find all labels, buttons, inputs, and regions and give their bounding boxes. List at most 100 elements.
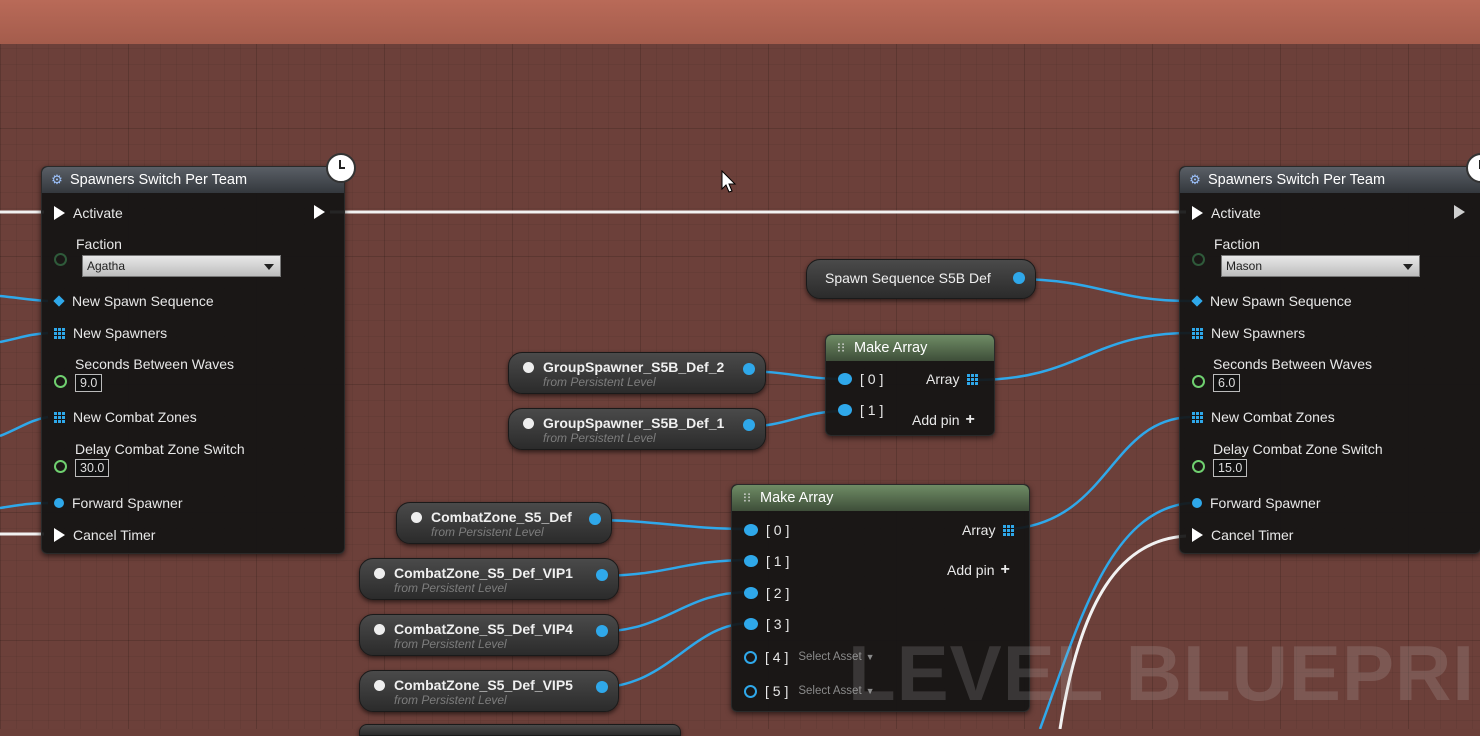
object-pin-icon[interactable] bbox=[744, 555, 758, 567]
pin-new-spawn-sequence[interactable]: New Spawn Sequence bbox=[1191, 293, 1352, 309]
variable-node-groupspawner-def-2[interactable]: GroupSpawner_S5B_Def_2 from Persistent L… bbox=[508, 352, 766, 394]
pin-faction[interactable] bbox=[1192, 253, 1213, 266]
array-output-pin[interactable]: Array bbox=[926, 371, 986, 387]
variable-subtitle: from Persistent Level bbox=[394, 637, 507, 651]
exec-pin-icon[interactable] bbox=[1192, 528, 1203, 542]
seconds-value-input[interactable]: 6.0 bbox=[1213, 374, 1241, 392]
pin-seconds-between-waves[interactable]: Seconds Between Waves 6.0 bbox=[1192, 356, 1372, 392]
object-pin-icon[interactable] bbox=[596, 625, 608, 637]
delay-value-input[interactable]: 30.0 bbox=[75, 459, 110, 477]
pin-activate[interactable]: Activate bbox=[54, 205, 123, 221]
seconds-value-input[interactable]: 9.0 bbox=[75, 374, 103, 392]
array-icon: ⁝⁝ bbox=[836, 340, 846, 355]
array-input-pin-0[interactable]: [ 0 ] bbox=[744, 522, 789, 538]
object-pin-icon[interactable] bbox=[589, 513, 601, 525]
add-pin-button[interactable]: Add pin + bbox=[947, 561, 1010, 579]
array-pin-icon[interactable] bbox=[1192, 327, 1203, 339]
array-input-pin-3[interactable]: [ 3 ] bbox=[744, 616, 789, 632]
object-pin-icon[interactable] bbox=[1192, 498, 1202, 508]
array-pin-icon[interactable] bbox=[54, 327, 65, 339]
variable-node-combatzone-vip5[interactable]: CombatZone_S5_Def_VIP5 from Persistent L… bbox=[359, 670, 619, 712]
exec-pin-icon[interactable] bbox=[54, 206, 65, 220]
mouse-cursor-icon bbox=[721, 170, 737, 193]
make-array-node-1[interactable]: ⁝⁝ Make Array [ 0 ] [ 1 ] Array Add pin … bbox=[825, 334, 995, 436]
pin-label: Cancel Timer bbox=[73, 527, 156, 543]
faction-dropdown[interactable]: Mason bbox=[1221, 255, 1420, 277]
object-pin-icon[interactable] bbox=[838, 373, 852, 385]
pin-label: New Spawn Sequence bbox=[72, 293, 214, 309]
object-pin-icon[interactable] bbox=[743, 419, 755, 431]
node-header[interactable]: ⁝⁝ Make Array bbox=[826, 335, 994, 361]
array-input-pin-1[interactable]: [ 1 ] bbox=[838, 402, 883, 418]
node-spawners-switch-left[interactable]: ⚙ Spawners Switch Per Team Activate Fact… bbox=[41, 166, 345, 554]
object-pin-icon[interactable] bbox=[838, 404, 852, 416]
array-output-pin[interactable]: Array bbox=[962, 522, 1022, 538]
pin-label: Forward Spawner bbox=[1210, 495, 1321, 511]
array-pin-icon[interactable] bbox=[54, 411, 65, 423]
pin-activate[interactable]: Activate bbox=[1192, 205, 1261, 221]
object-pin-icon[interactable] bbox=[1013, 272, 1025, 284]
float-pin-icon[interactable] bbox=[54, 459, 67, 473]
pin-label: Activate bbox=[73, 205, 123, 221]
exec-pin-icon[interactable] bbox=[314, 205, 325, 219]
pin-new-spawners[interactable]: New Spawners bbox=[54, 325, 167, 341]
object-pin-icon[interactable] bbox=[596, 681, 608, 693]
pin-exec-out[interactable] bbox=[314, 205, 333, 219]
pin-faction[interactable] bbox=[54, 253, 75, 266]
array-input-pin-0[interactable]: [ 0 ] bbox=[838, 371, 883, 387]
pin-exec-out[interactable] bbox=[1454, 205, 1473, 219]
pin-delay-combat-zone-switch[interactable]: Delay Combat Zone Switch 30.0 bbox=[54, 441, 245, 477]
object-pin-icon[interactable] bbox=[743, 363, 755, 375]
object-pin-icon[interactable] bbox=[1191, 295, 1203, 307]
array-pin-icon[interactable] bbox=[967, 373, 979, 385]
pin-new-spawners[interactable]: New Spawners bbox=[1192, 325, 1305, 341]
faction-dropdown[interactable]: Agatha bbox=[82, 255, 281, 277]
exec-pin-icon[interactable] bbox=[54, 528, 65, 542]
object-pin-icon[interactable] bbox=[744, 524, 758, 536]
variable-node-groupspawner-def-1[interactable]: GroupSpawner_S5B_Def_1 from Persistent L… bbox=[508, 408, 766, 450]
add-pin-button[interactable]: Add pin + bbox=[912, 411, 975, 429]
pin-label: Cancel Timer bbox=[1211, 527, 1294, 543]
node-spawners-switch-right[interactable]: ⚙ Spawners Switch Per Team Activate Fact… bbox=[1179, 166, 1480, 554]
faction-label: Faction bbox=[76, 236, 122, 252]
object-pin-icon[interactable] bbox=[596, 569, 608, 581]
variable-node-partial[interactable] bbox=[359, 724, 681, 736]
object-pin-icon[interactable] bbox=[744, 587, 758, 599]
enum-pin-icon[interactable] bbox=[1192, 253, 1205, 266]
array-input-pin-2[interactable]: [ 2 ] bbox=[744, 585, 789, 601]
pin-cancel-timer[interactable]: Cancel Timer bbox=[54, 527, 155, 543]
pin-seconds-between-waves[interactable]: Seconds Between Waves 9.0 bbox=[54, 356, 234, 392]
object-pin-icon[interactable] bbox=[744, 618, 758, 630]
pin-label: Seconds Between Waves bbox=[1213, 356, 1373, 372]
array-pin-icon[interactable] bbox=[1192, 411, 1203, 423]
pin-new-combat-zones[interactable]: New Combat Zones bbox=[1192, 409, 1335, 425]
node-header[interactable]: ⚙ Spawners Switch Per Team bbox=[1180, 167, 1480, 193]
object-pin-empty-icon[interactable] bbox=[744, 650, 757, 664]
array-input-pin-1[interactable]: [ 1 ] bbox=[744, 553, 789, 569]
variable-name: CombatZone_S5_Def bbox=[431, 509, 572, 525]
pin-new-combat-zones[interactable]: New Combat Zones bbox=[54, 409, 197, 425]
pin-forward-spawner[interactable]: Forward Spawner bbox=[1192, 495, 1321, 511]
enum-pin-icon[interactable] bbox=[54, 253, 67, 266]
exec-pin-icon[interactable] bbox=[1192, 206, 1203, 220]
pin-forward-spawner[interactable]: Forward Spawner bbox=[54, 495, 183, 511]
pin-new-spawn-sequence[interactable]: New Spawn Sequence bbox=[53, 293, 214, 309]
node-title: Make Array bbox=[760, 490, 834, 506]
float-pin-icon[interactable] bbox=[1192, 374, 1205, 388]
delay-value-input[interactable]: 15.0 bbox=[1213, 459, 1248, 477]
float-pin-icon[interactable] bbox=[1192, 459, 1205, 473]
pin-cancel-timer[interactable]: Cancel Timer bbox=[1192, 527, 1293, 543]
object-pin-icon[interactable] bbox=[53, 295, 65, 307]
object-pin-icon[interactable] bbox=[54, 498, 64, 508]
variable-node-combatzone-def[interactable]: CombatZone_S5_Def from Persistent Level bbox=[396, 502, 612, 544]
object-pin-empty-icon[interactable] bbox=[744, 684, 757, 698]
pin-delay-combat-zone-switch[interactable]: Delay Combat Zone Switch 15.0 bbox=[1192, 441, 1383, 477]
float-pin-icon[interactable] bbox=[54, 374, 67, 388]
exec-pin-icon[interactable] bbox=[1454, 205, 1465, 219]
variable-node-combatzone-vip4[interactable]: CombatZone_S5_Def_VIP4 from Persistent L… bbox=[359, 614, 619, 656]
spawn-sequence-variable-node[interactable]: Spawn Sequence S5B Def bbox=[806, 259, 1036, 299]
node-header[interactable]: ⚙ Spawners Switch Per Team bbox=[42, 167, 344, 193]
variable-node-combatzone-vip1[interactable]: CombatZone_S5_Def_VIP1 from Persistent L… bbox=[359, 558, 619, 600]
array-pin-icon[interactable] bbox=[1003, 524, 1015, 536]
node-header[interactable]: ⁝⁝ Make Array bbox=[732, 485, 1029, 511]
